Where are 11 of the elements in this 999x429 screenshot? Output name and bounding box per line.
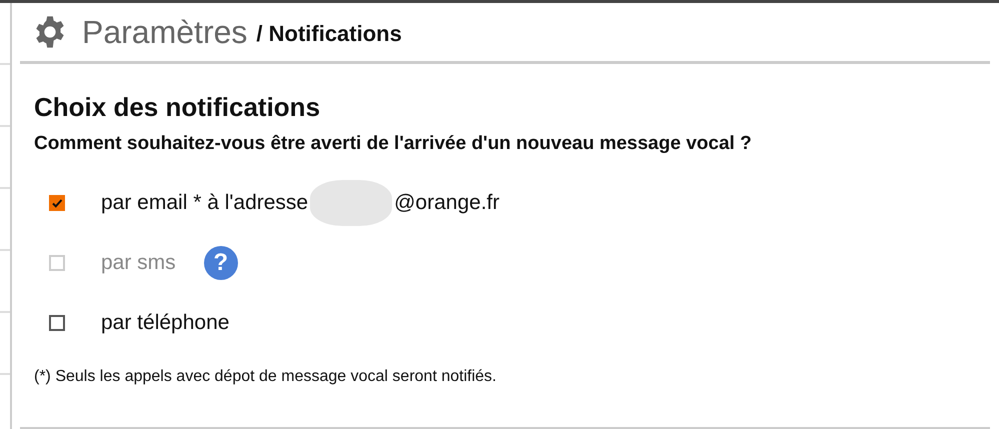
option-label: par sms [101,251,176,275]
option-label: par téléphone [101,311,230,335]
page-title: Paramètres [82,14,248,50]
checkbox[interactable] [49,315,65,331]
footnote-text: (*) Seuls les appels avec dépot de message vocal seront notifiés. [34,368,498,386]
section-heading: Choix des notifications [34,91,322,123]
page-subtitle: / Notifications [256,21,402,47]
option-label: par email * à l'adresse [101,191,308,215]
email-domain: @orange.fr [394,191,500,215]
question-text: Comment souhaitez-vous être averti de l'arrivée d'un nouveau message vocal ? [34,133,753,155]
checkbox[interactable] [49,195,65,211]
